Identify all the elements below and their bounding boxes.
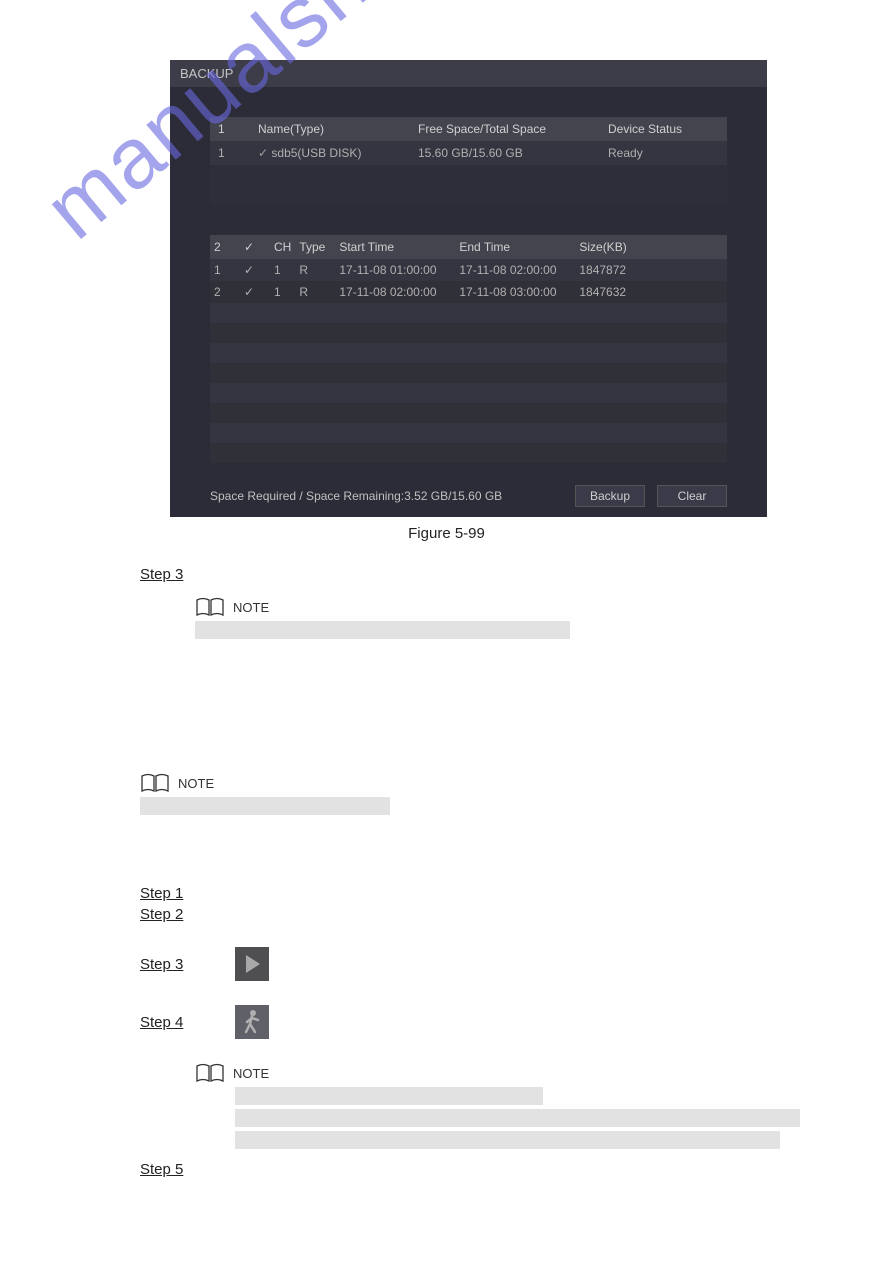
file-row-ch: 1 bbox=[270, 281, 295, 303]
file-row[interactable]: 2 ✓ 1 R 17-11-08 02:00:00 17-11-08 03:00… bbox=[210, 281, 727, 303]
device-col-space: Free Space/Total Space bbox=[410, 117, 600, 141]
note-book-icon bbox=[195, 597, 225, 617]
space-status-text: Space Required / Space Remaining:3.52 GB… bbox=[210, 489, 563, 503]
file-row-type: R bbox=[295, 281, 335, 303]
device-row-idx: 1 bbox=[210, 141, 250, 165]
note-block: NOTE bbox=[195, 1063, 873, 1083]
file-row-type: R bbox=[295, 259, 335, 281]
file-row-check[interactable]: ✓ bbox=[240, 281, 270, 303]
step-3-label: Step 3 bbox=[140, 566, 183, 583]
play-icon bbox=[235, 947, 269, 981]
device-row-name: ✓ sdb5(USB DISK) bbox=[250, 141, 410, 165]
note-block: NOTE bbox=[140, 773, 873, 793]
file-col-check[interactable]: ✓ bbox=[240, 235, 270, 259]
device-name-text: sdb5(USB DISK) bbox=[271, 146, 361, 160]
file-col-type: Type bbox=[295, 235, 335, 259]
file-row-check[interactable]: ✓ bbox=[240, 259, 270, 281]
note-book-icon bbox=[140, 773, 170, 793]
file-row-end: 17-11-08 03:00:00 bbox=[455, 281, 575, 303]
step-3b-label: Step 3 bbox=[140, 956, 195, 973]
file-row-end: 17-11-08 02:00:00 bbox=[455, 259, 575, 281]
backup-body: 1 Name(Type) Free Space/Total Space Devi… bbox=[170, 87, 767, 475]
device-blank-row bbox=[210, 185, 727, 205]
device-row[interactable]: 1 ✓ sdb5(USB DISK) 15.60 GB/15.60 GB Rea… bbox=[210, 141, 727, 165]
step-4-row: Step 4 bbox=[140, 1005, 873, 1039]
file-col-size: Size(KB) bbox=[575, 235, 727, 259]
step-5-label: Step 5 bbox=[140, 1161, 183, 1178]
file-blank-row bbox=[210, 303, 727, 323]
file-row[interactable]: 1 ✓ 1 R 17-11-08 01:00:00 17-11-08 02:00… bbox=[210, 259, 727, 281]
file-row-start: 17-11-08 01:00:00 bbox=[335, 259, 455, 281]
step-2-label: Step 2 bbox=[140, 906, 183, 923]
file-col-start: Start Time bbox=[335, 235, 455, 259]
file-blank-row bbox=[210, 383, 727, 403]
file-table: 2 ✓ CH Type Start Time End Time Size(KB)… bbox=[210, 235, 727, 463]
file-blank-row bbox=[210, 343, 727, 363]
file-row-idx: 2 bbox=[210, 281, 240, 303]
note-label: NOTE bbox=[233, 600, 269, 615]
redacted-text bbox=[140, 797, 390, 815]
note-label: NOTE bbox=[178, 776, 214, 791]
check-icon: ✓ bbox=[258, 146, 268, 160]
clear-button[interactable]: Clear bbox=[657, 485, 727, 507]
file-blank-row bbox=[210, 403, 727, 423]
step-3-row: Step 3 bbox=[140, 947, 873, 981]
file-row-start: 17-11-08 02:00:00 bbox=[335, 281, 455, 303]
device-table-header-row: 1 Name(Type) Free Space/Total Space Devi… bbox=[210, 117, 727, 141]
device-blank-row bbox=[210, 165, 727, 185]
file-row-size: 1847632 bbox=[575, 281, 727, 303]
file-blank-row bbox=[210, 443, 727, 463]
step-4-label: Step 4 bbox=[140, 1014, 195, 1031]
window-title: BACKUP bbox=[170, 60, 767, 87]
device-row-space: 15.60 GB/15.60 GB bbox=[410, 141, 600, 165]
file-blank-row bbox=[210, 423, 727, 443]
step-1-label: Step 1 bbox=[140, 885, 183, 902]
file-col-count: 2 bbox=[210, 235, 240, 259]
file-col-ch: CH bbox=[270, 235, 295, 259]
file-blank-row bbox=[210, 363, 727, 383]
figure-caption: Figure 5-99 bbox=[20, 525, 873, 542]
file-col-end: End Time bbox=[455, 235, 575, 259]
note-block: NOTE bbox=[195, 597, 873, 617]
redacted-text bbox=[235, 1087, 543, 1105]
backup-footer: Space Required / Space Remaining:3.52 GB… bbox=[170, 475, 767, 517]
file-table-header-row: 2 ✓ CH Type Start Time End Time Size(KB) bbox=[210, 235, 727, 259]
device-col-status: Device Status bbox=[600, 117, 727, 141]
device-table: 1 Name(Type) Free Space/Total Space Devi… bbox=[210, 117, 727, 205]
file-blank-row bbox=[210, 323, 727, 343]
redacted-text bbox=[235, 1109, 800, 1127]
file-row-size: 1847872 bbox=[575, 259, 727, 281]
steps-section: Step 3 NOTE NOTE Step 1 Step 2 Step 3 St… bbox=[140, 566, 873, 1178]
pedestrian-icon bbox=[235, 1005, 269, 1039]
backup-window: BACKUP 1 Name(Type) Free Space/Total Spa… bbox=[170, 60, 767, 517]
redacted-text bbox=[195, 621, 570, 639]
device-col-name: Name(Type) bbox=[250, 117, 410, 141]
note-label: NOTE bbox=[233, 1066, 269, 1081]
device-row-status: Ready bbox=[600, 141, 727, 165]
backup-button[interactable]: Backup bbox=[575, 485, 645, 507]
note-book-icon bbox=[195, 1063, 225, 1083]
file-row-ch: 1 bbox=[270, 259, 295, 281]
file-row-idx: 1 bbox=[210, 259, 240, 281]
redacted-text bbox=[235, 1131, 780, 1149]
device-col-idx: 1 bbox=[210, 117, 250, 141]
